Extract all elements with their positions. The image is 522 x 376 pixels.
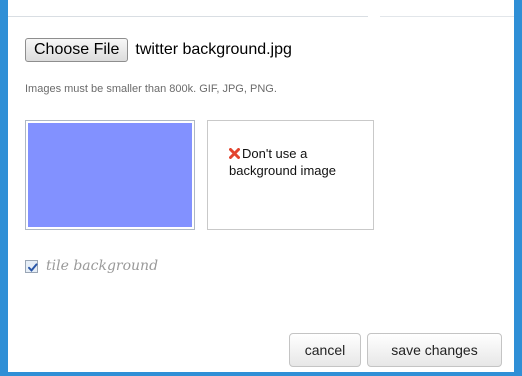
tile-background-row: tile background: [25, 258, 158, 274]
tile-background-checkbox[interactable]: [25, 259, 38, 273]
dialog-frame-right: [514, 0, 522, 376]
background-preview-option[interactable]: [25, 120, 195, 230]
choose-file-button[interactable]: Choose File: [25, 38, 129, 62]
no-background-option[interactable]: Don't use a background image: [207, 120, 374, 230]
red-x-icon: [229, 146, 240, 159]
no-background-content: Don't use a background image: [229, 145, 359, 179]
dialog-frame-bottom: [0, 372, 522, 376]
top-tab-strip-left: [8, 0, 368, 17]
file-input-row: Choose File twitter background.jpg: [25, 38, 292, 62]
top-tabs: [8, 0, 514, 17]
tile-background-label: tile background: [46, 258, 159, 274]
background-preview-swatch: [28, 123, 192, 227]
cancel-button[interactable]: cancel: [289, 333, 361, 367]
no-background-label: Don't use a background image: [229, 146, 336, 178]
dialog-frame-left: [0, 0, 8, 376]
file-requirements-hint: Images must be smaller than 800k. GIF, J…: [25, 83, 277, 95]
selected-file-name: twitter background.jpg: [135, 41, 292, 58]
top-tab-strip-right: [380, 0, 514, 17]
checkmark-icon: [28, 262, 38, 272]
save-changes-button[interactable]: save changes: [367, 333, 502, 367]
